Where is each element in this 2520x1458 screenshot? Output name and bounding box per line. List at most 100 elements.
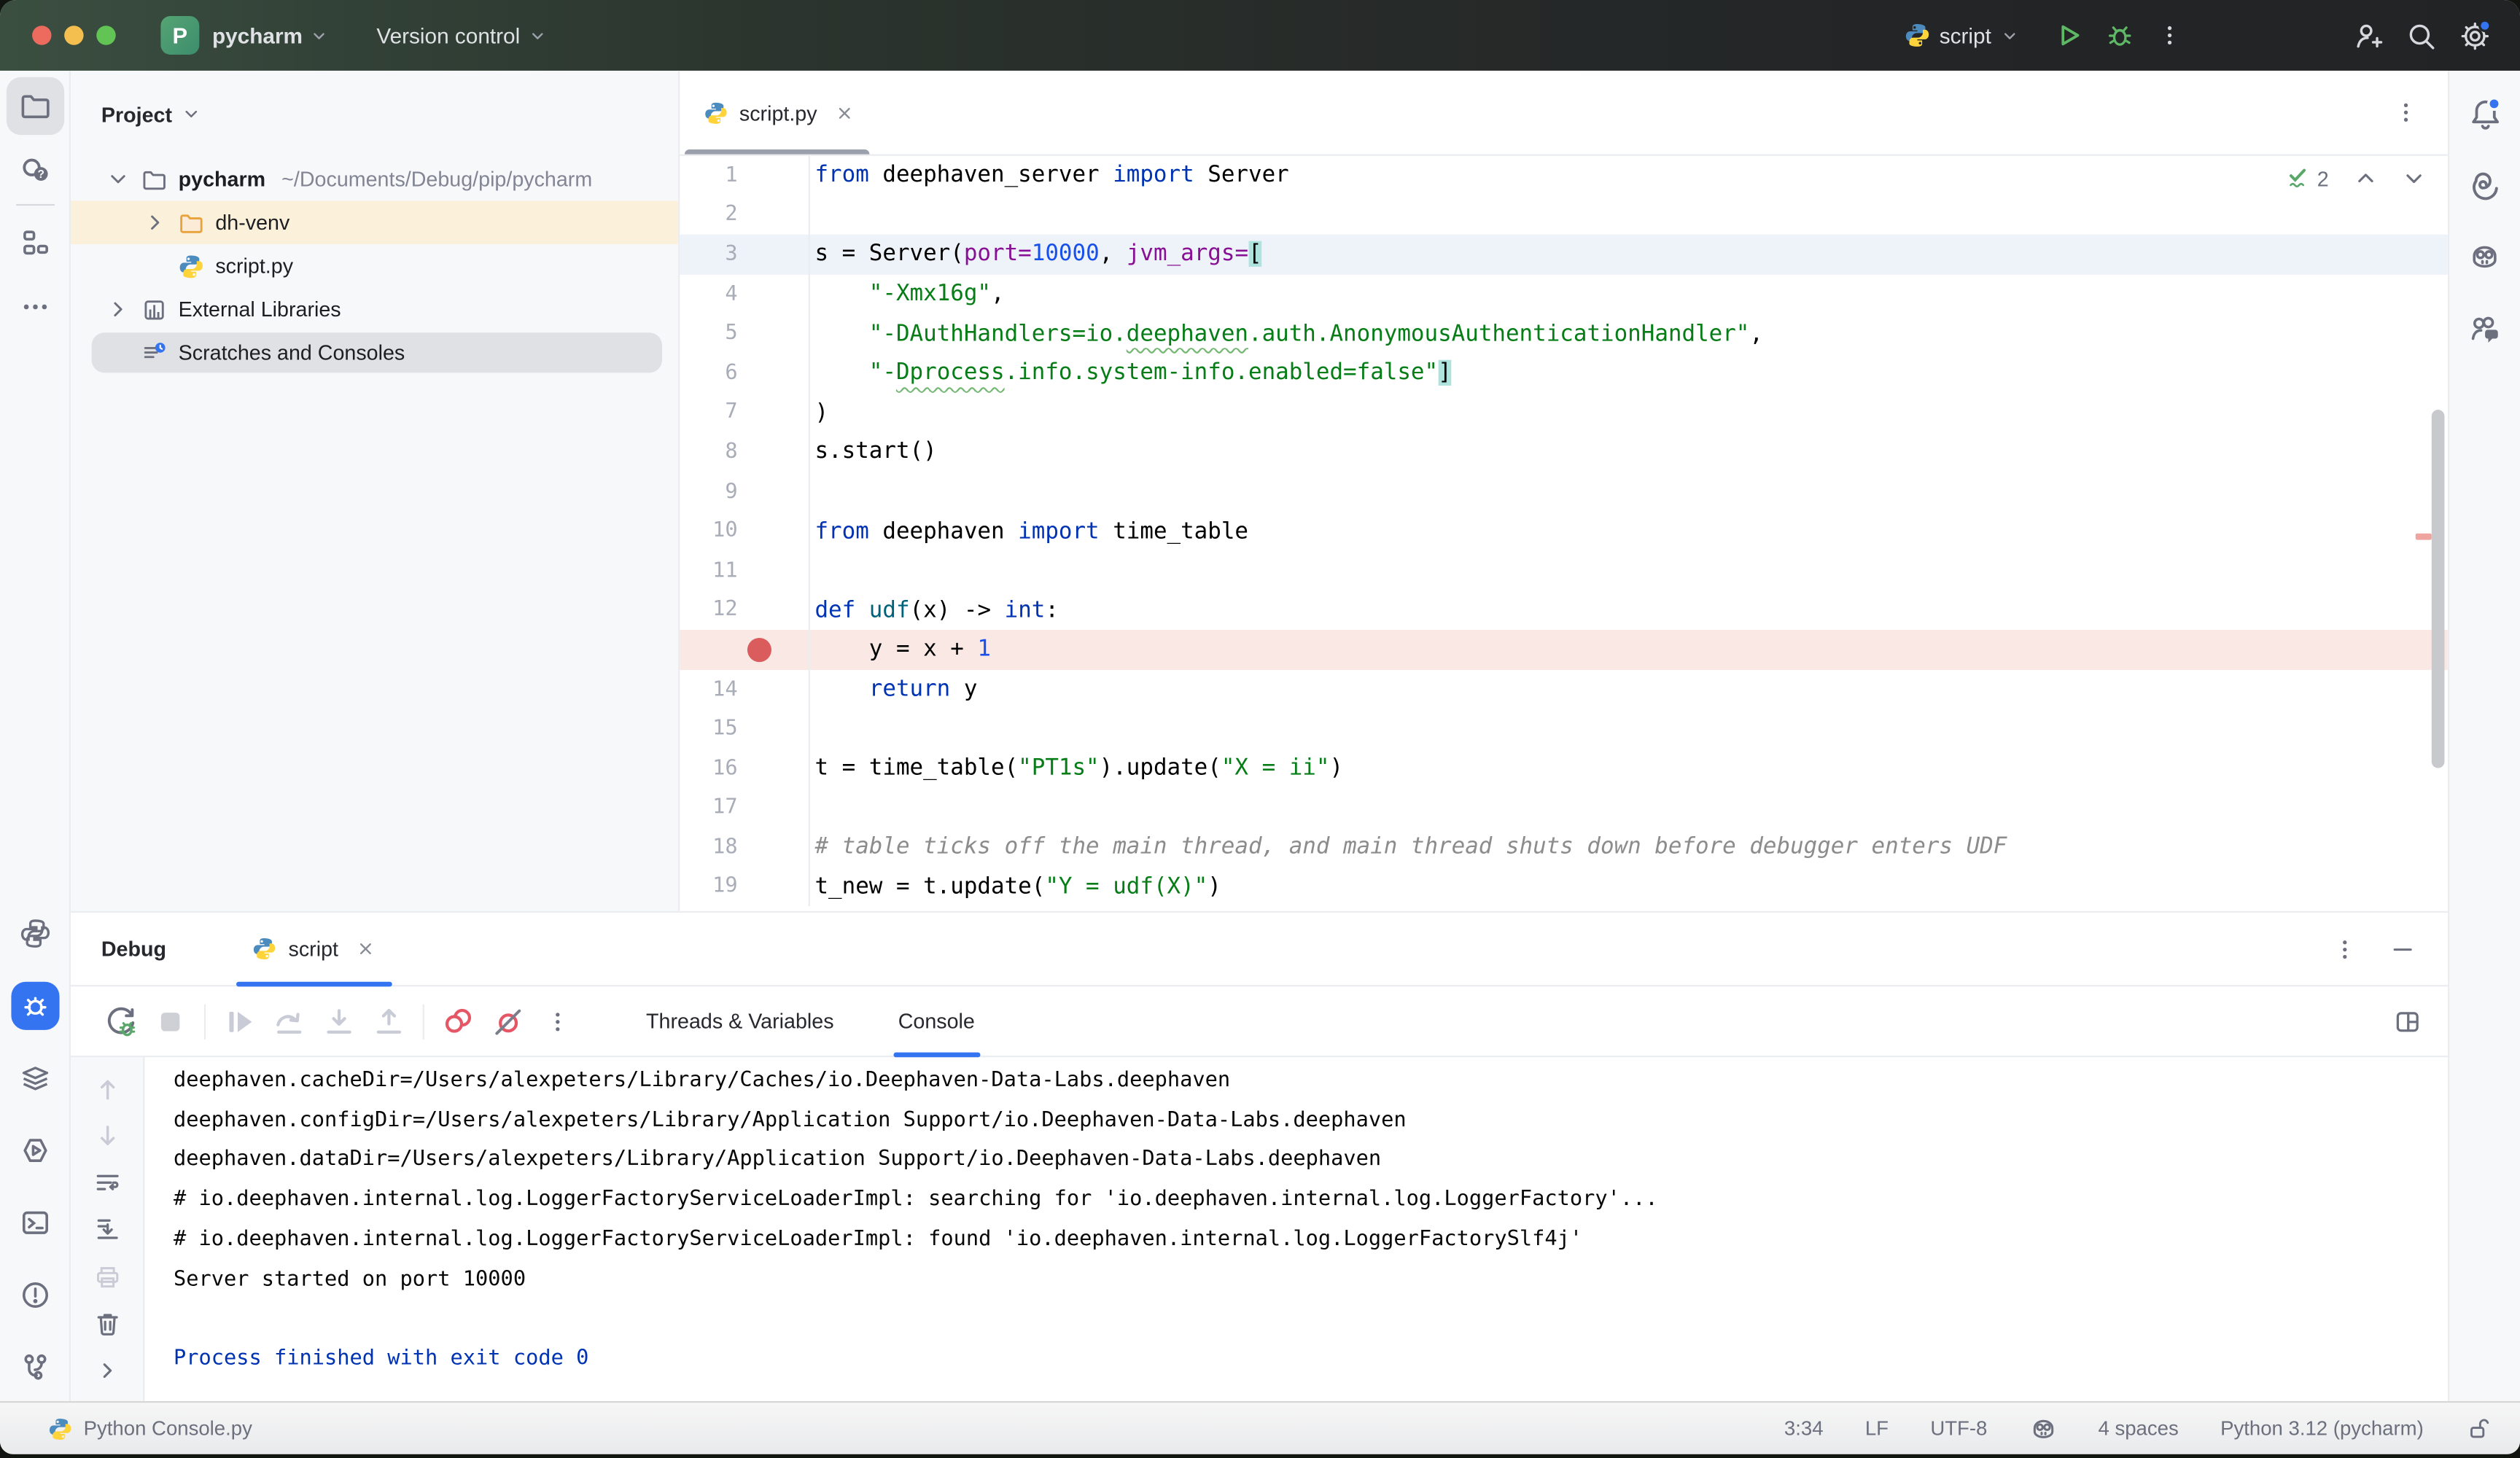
step-into-button[interactable]: [318, 1000, 359, 1042]
line-number[interactable]: 15: [680, 709, 810, 749]
chevron-collapsed-icon[interactable]: [139, 211, 171, 235]
next-problem-icon[interactable]: [2403, 167, 2425, 190]
tool-window-structure-button[interactable]: [6, 214, 63, 271]
line-number[interactable]: 8: [680, 432, 810, 472]
code-line-9[interactable]: 9: [680, 472, 2448, 511]
tab-threads-variables[interactable]: Threads & Variables: [641, 986, 839, 1056]
search-everywhere-button[interactable]: [2400, 14, 2443, 58]
down-stack-frame-icon[interactable]: [88, 1119, 126, 1153]
version-control-menu[interactable]: Version control: [364, 14, 559, 58]
lock-open-icon[interactable]: [2465, 1416, 2491, 1441]
code-line-2[interactable]: 2: [680, 195, 2448, 235]
code-line-13[interactable]: y = x + 1: [680, 630, 2448, 669]
indent-widget[interactable]: 4 spaces: [2098, 1417, 2178, 1440]
line-number[interactable]: 18: [680, 827, 810, 867]
debug-button[interactable]: [2099, 15, 2141, 56]
debug-options-icon[interactable]: [2332, 936, 2357, 962]
tool-window-terminal-button[interactable]: [6, 1194, 63, 1252]
line-number[interactable]: 9: [680, 472, 810, 511]
editor[interactable]: script.py 1from deephaven_server import …: [680, 71, 2448, 911]
view-breakpoints-button[interactable]: [438, 1000, 479, 1042]
code-line-1[interactable]: 1from deephaven_server import Server: [680, 156, 2448, 195]
rerun-button[interactable]: [100, 1000, 141, 1042]
ai-robot-icon[interactable]: [2029, 1415, 2056, 1442]
chevron-collapsed-icon[interactable]: [101, 297, 133, 321]
tool-window-services-button[interactable]: [6, 1049, 63, 1107]
breakpoint-gutter[interactable]: [680, 630, 810, 669]
code-line-3[interactable]: 3s = Server(port=10000, jvm_args=[: [680, 235, 2448, 274]
prev-problem-icon[interactable]: [2354, 167, 2377, 190]
editor-tab-script-py[interactable]: script.py: [680, 71, 875, 155]
code-with-me-users-button[interactable]: [2456, 300, 2513, 358]
split-layout-icon[interactable]: [2393, 1007, 2422, 1036]
line-number[interactable]: 11: [680, 551, 810, 590]
code-line-6[interactable]: 6 "-Dprocess.info.system-info.enabled=fa…: [680, 354, 2448, 393]
interpreter-widget[interactable]: Python 3.12 (pycharm): [2220, 1417, 2424, 1440]
editor-tab-options-icon[interactable]: [2393, 71, 2448, 155]
project-menu[interactable]: pycharm: [199, 14, 341, 58]
copilot-button[interactable]: [2456, 228, 2513, 286]
chevron-expanded-icon[interactable]: [101, 167, 133, 191]
code-line-12[interactable]: 12def udf(x) -> int:: [680, 590, 2448, 630]
line-number[interactable]: 2: [680, 195, 810, 235]
ai-assistant-button[interactable]: [2456, 156, 2513, 214]
notifications-button[interactable]: [2456, 84, 2513, 141]
mute-breakpoints-button[interactable]: [487, 1000, 529, 1042]
tab-console[interactable]: Console: [893, 986, 979, 1056]
tool-window-debug-button[interactable]: [10, 982, 58, 1030]
tree-item-external-libraries[interactable]: External Libraries: [71, 288, 678, 332]
project-badge[interactable]: P: [160, 16, 199, 55]
line-separator-widget[interactable]: LF: [1865, 1417, 1889, 1440]
scroll-to-end-icon[interactable]: [88, 1213, 126, 1247]
tree-item-pycharm[interactable]: pycharm~/Documents/Debug/pip/pycharm: [71, 157, 678, 201]
code-line-16[interactable]: 16t = time_table("PT1s").update("X = ii"…: [680, 749, 2448, 788]
expand-toolbar-icon[interactable]: [88, 1354, 126, 1388]
code-line-7[interactable]: 7): [680, 393, 2448, 432]
line-number[interactable]: 12: [680, 590, 810, 630]
code-line-11[interactable]: 11: [680, 551, 2448, 590]
clear-console-icon[interactable]: [88, 1307, 126, 1341]
line-number[interactable]: 6: [680, 354, 810, 393]
print-icon[interactable]: [88, 1260, 126, 1294]
code-line-10[interactable]: 10from deephaven import time_table: [680, 512, 2448, 551]
tool-window-python-packages-button[interactable]: [6, 905, 63, 962]
minimize-window-button[interactable]: [64, 26, 83, 44]
line-number[interactable]: 10: [680, 512, 810, 551]
step-out-button[interactable]: [368, 1000, 410, 1042]
caret-position-widget[interactable]: 3:34: [1784, 1417, 1824, 1440]
tool-window-problems-button[interactable]: [6, 1266, 63, 1324]
resume-button[interactable]: [219, 1000, 260, 1042]
close-session-icon[interactable]: [354, 938, 376, 959]
code-line-17[interactable]: 17: [680, 788, 2448, 827]
step-over-button[interactable]: [268, 1000, 310, 1042]
tool-window-version-control-button[interactable]: [6, 1338, 63, 1396]
status-file[interactable]: Python Console.py: [0, 1416, 252, 1441]
tree-item-scratches-and-consoles[interactable]: Scratches and Consoles: [71, 331, 678, 375]
more-tool-windows-button[interactable]: [6, 278, 63, 335]
editor-scrollbar[interactable]: [2432, 410, 2445, 768]
stop-button[interactable]: [149, 1000, 191, 1042]
debug-session-tab[interactable]: script: [234, 913, 395, 985]
breakpoint-dot[interactable]: [747, 638, 771, 662]
line-number[interactable]: 19: [680, 868, 810, 907]
code-line-19[interactable]: 19t_new = t.update("Y = udf(X)"): [680, 868, 2448, 907]
code-line-18[interactable]: 18# table ticks off the main thread, and…: [680, 827, 2448, 867]
inspections-count[interactable]: 2: [2285, 165, 2329, 191]
code-line-5[interactable]: 5 "-DAuthHandlers=io.deephaven.auth.Anon…: [680, 314, 2448, 354]
tree-item-script-py[interactable]: script.py: [71, 244, 678, 288]
line-number[interactable]: 14: [680, 669, 810, 709]
run-button[interactable]: [2048, 15, 2089, 56]
line-number[interactable]: 4: [680, 274, 810, 313]
tool-window-project-button[interactable]: [6, 77, 63, 135]
line-number[interactable]: 17: [680, 788, 810, 827]
project-panel-header[interactable]: Project: [71, 77, 678, 151]
hide-panel-icon[interactable]: [2389, 936, 2415, 962]
tree-item-dh-venv[interactable]: dh-venv: [71, 201, 678, 245]
settings-button[interactable]: [2452, 13, 2497, 58]
run-configuration-selector[interactable]: script: [1894, 16, 2029, 55]
toolbar-more-icon[interactable]: [537, 1000, 578, 1042]
close-tab-icon[interactable]: [835, 102, 856, 123]
inspections-widget[interactable]: 2: [2285, 165, 2425, 191]
line-number[interactable]: 16: [680, 749, 810, 788]
tool-window-python-console-button[interactable]: [6, 1121, 63, 1179]
